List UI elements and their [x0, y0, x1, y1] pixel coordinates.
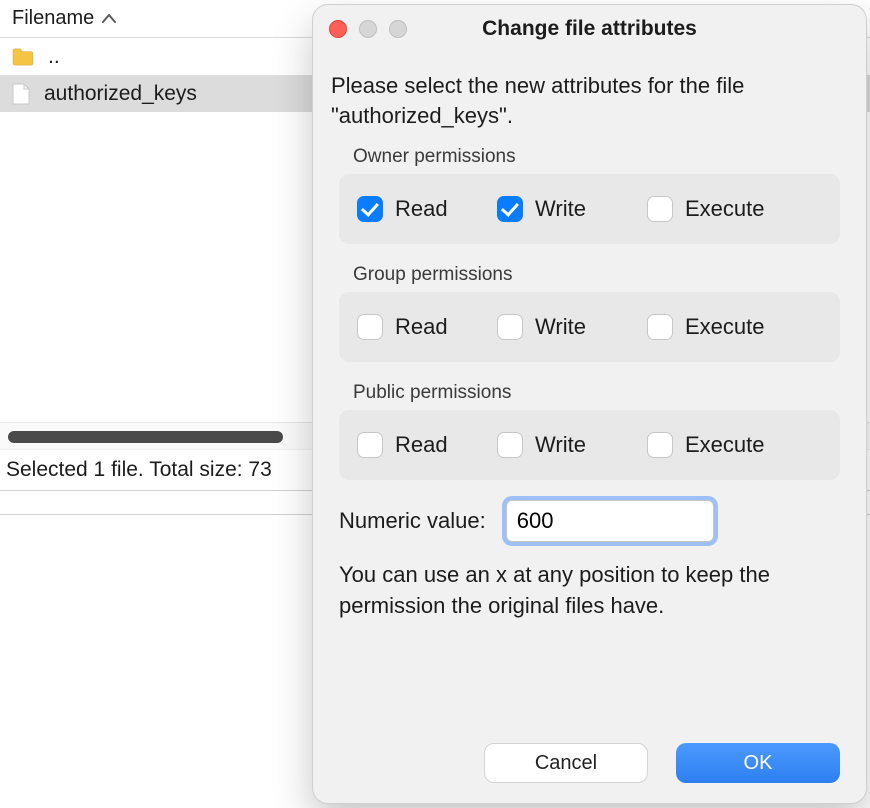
dialog-titlebar[interactable]: Change file attributes [313, 5, 866, 53]
group-permissions-group: Read Write Execute [339, 292, 840, 362]
column-header-label: Filename [12, 7, 94, 30]
cancel-button[interactable]: Cancel [484, 743, 648, 783]
zoom-icon [389, 20, 407, 38]
owner-execute-option[interactable]: Execute [647, 196, 822, 222]
checkbox-icon[interactable] [357, 314, 383, 340]
window-controls [329, 20, 407, 38]
dialog-description: Please select the new attributes for the… [331, 71, 848, 132]
permission-label: Execute [685, 314, 765, 340]
public-read-option[interactable]: Read [357, 432, 477, 458]
hint-text: You can use an x at any position to keep… [339, 560, 840, 622]
numeric-value-label: Numeric value: [339, 508, 486, 534]
checkbox-icon[interactable] [647, 314, 673, 340]
permission-label: Read [395, 196, 448, 222]
close-icon[interactable] [329, 20, 347, 38]
owner-write-option[interactable]: Write [497, 196, 627, 222]
group-read-option[interactable]: Read [357, 314, 477, 340]
public-write-option[interactable]: Write [497, 432, 627, 458]
permission-label: Execute [685, 196, 765, 222]
checkbox-icon[interactable] [497, 314, 523, 340]
folder-icon [12, 48, 34, 66]
status-text: Selected 1 file. Total size: 73 [6, 458, 272, 481]
numeric-value-input[interactable] [506, 500, 714, 542]
file-name-label: .. [48, 45, 60, 69]
owner-permissions-group: Read Write Execute [339, 174, 840, 244]
scrollbar-thumb[interactable] [8, 431, 283, 443]
group-permissions-label: Group permissions [353, 264, 848, 286]
ok-button[interactable]: OK [676, 743, 840, 783]
file-icon [12, 83, 30, 105]
minimize-icon [359, 20, 377, 38]
owner-permissions-label: Owner permissions [353, 146, 848, 168]
checkbox-icon[interactable] [497, 432, 523, 458]
permission-label: Read [395, 314, 448, 340]
permission-label: Write [535, 432, 586, 458]
permission-label: Read [395, 432, 448, 458]
checkbox-icon[interactable] [647, 196, 673, 222]
owner-read-option[interactable]: Read [357, 196, 477, 222]
file-name-label: authorized_keys [44, 82, 197, 106]
checkbox-icon[interactable] [647, 432, 673, 458]
change-attributes-dialog: Change file attributes Please select the… [312, 4, 867, 804]
permission-label: Execute [685, 432, 765, 458]
group-execute-option[interactable]: Execute [647, 314, 822, 340]
permission-label: Write [535, 314, 586, 340]
public-permissions-group: Read Write Execute [339, 410, 840, 480]
public-permissions-label: Public permissions [353, 382, 848, 404]
numeric-value-row: Numeric value: [339, 500, 840, 542]
public-execute-option[interactable]: Execute [647, 432, 822, 458]
dialog-button-row: Cancel OK [484, 743, 840, 783]
checkbox-icon[interactable] [497, 196, 523, 222]
dialog-body: Please select the new attributes for the… [313, 53, 866, 637]
chevron-up-icon [102, 10, 116, 28]
permission-label: Write [535, 196, 586, 222]
checkbox-icon[interactable] [357, 196, 383, 222]
checkbox-icon[interactable] [357, 432, 383, 458]
group-write-option[interactable]: Write [497, 314, 627, 340]
